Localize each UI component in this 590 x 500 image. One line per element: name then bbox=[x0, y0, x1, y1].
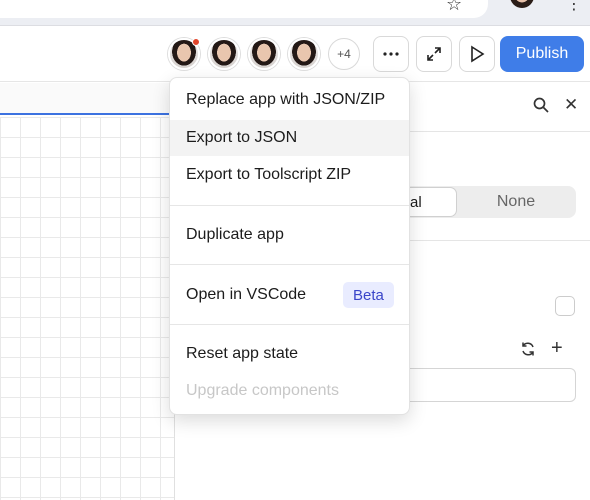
browser-profile-avatar[interactable] bbox=[510, 0, 534, 8]
canvas-ruler bbox=[0, 83, 175, 115]
segment-option-active[interactable]: al bbox=[402, 188, 456, 216]
menu-item-export-toolscript-zip[interactable]: Export to Toolscript ZIP bbox=[170, 157, 409, 193]
menu-separator bbox=[170, 324, 409, 325]
presence-indicator bbox=[192, 38, 200, 46]
browser-menu-icon[interactable]: ⋮ bbox=[566, 0, 582, 14]
bookmark-star-icon[interactable]: ☆ bbox=[446, 0, 462, 15]
preview-button[interactable] bbox=[459, 36, 495, 72]
more-horizontal-icon bbox=[383, 52, 399, 56]
expand-icon bbox=[427, 47, 441, 61]
menu-separator bbox=[170, 205, 409, 206]
browser-toolbar: ☆ ⋮ bbox=[0, 0, 590, 26]
collaborator-avatar[interactable] bbox=[288, 38, 320, 70]
menu-item-reset-app-state[interactable]: Reset app state bbox=[170, 336, 409, 372]
menu-item-export-json[interactable]: Export to JSON bbox=[170, 120, 409, 156]
panel-input[interactable] bbox=[400, 368, 576, 402]
play-icon bbox=[471, 45, 485, 63]
menu-item-replace-app[interactable]: Replace app with JSON/ZIP bbox=[170, 82, 409, 118]
refresh-icon[interactable] bbox=[519, 340, 537, 358]
collaborator-avatar[interactable] bbox=[248, 38, 280, 70]
address-bar[interactable] bbox=[0, 0, 488, 18]
menu-item-duplicate-app[interactable]: Duplicate app bbox=[170, 217, 409, 253]
publish-button[interactable]: Publish bbox=[500, 36, 584, 72]
more-collaborators-count[interactable]: +4 bbox=[328, 38, 360, 70]
search-icon[interactable] bbox=[532, 96, 550, 114]
canvas-grid[interactable] bbox=[0, 117, 175, 500]
fullscreen-button[interactable] bbox=[416, 36, 452, 72]
close-icon[interactable]: ✕ bbox=[564, 95, 578, 115]
menu-separator bbox=[170, 264, 409, 265]
plus-icon[interactable]: + bbox=[551, 337, 563, 360]
menu-item-upgrade-components: Upgrade components bbox=[186, 382, 339, 399]
panel-checkbox[interactable] bbox=[555, 296, 575, 316]
beta-badge: Beta bbox=[343, 282, 394, 308]
app-actions-menu: Replace app with JSON/ZIP Export to JSON… bbox=[169, 77, 410, 415]
collaborator-avatar[interactable] bbox=[208, 38, 240, 70]
more-options-button[interactable] bbox=[373, 36, 409, 72]
segment-option-none[interactable]: None bbox=[456, 188, 576, 216]
